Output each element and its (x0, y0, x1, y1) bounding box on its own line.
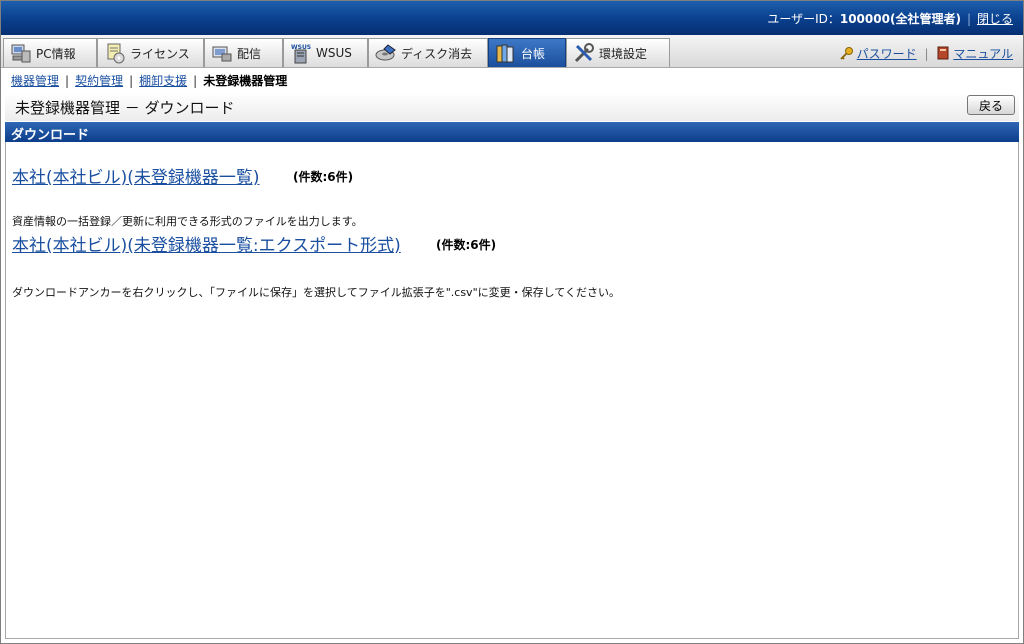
tab-label: 環境設定 (599, 46, 648, 61)
tab-bar: PC情報 ライセンス 配信 WSUS WSUS ディスク消去 台帳 環境設定 パ… (1, 35, 1023, 68)
breadcrumb-separator: | (129, 74, 134, 88)
tab-label: 台帳 (521, 46, 546, 61)
password-link[interactable]: パスワード (857, 47, 917, 61)
back-button[interactable]: 戻る (967, 95, 1015, 115)
ledger-icon (495, 42, 517, 64)
export-description: 資産情報の一括登録／更新に利用できる形式のファイルを出力します。 (12, 215, 363, 228)
license-icon (104, 42, 126, 64)
header-separator: | (966, 12, 971, 26)
tab-label: 配信 (237, 46, 262, 61)
tab-pc-info[interactable]: PC情報 (3, 38, 97, 67)
distribution-icon (211, 42, 233, 64)
user-info: ユーザーID：100000(全社管理者) | 閉じる (767, 10, 1013, 27)
tab-label: PC情報 (36, 46, 76, 61)
tab-label: ディスク消去 (401, 46, 473, 61)
breadcrumb-contract[interactable]: 契約管理 (75, 74, 123, 88)
breadcrumb: 機器管理 | 契約管理 | 棚卸支援 | 未登録機器管理 (11, 72, 287, 89)
download-link-text: 本社(本社ビル)(未登録機器一覧:エクスポート形式) (12, 236, 401, 256)
breadcrumb-equipment[interactable]: 機器管理 (11, 74, 59, 88)
save-instructions: ダウンロードアンカーを右クリックし、「ファイルに保存」を選択してファイル拡張子を… (12, 286, 620, 299)
section-header: ダウンロード (5, 122, 1019, 143)
download-link-text: 本社(本社ビル)(未登録機器一覧) (12, 168, 260, 188)
page-title: 未登録機器管理 － ダウンロード (15, 99, 235, 117)
breadcrumb-separator: | (193, 74, 198, 88)
download-panel: 本社(本社ビル)(未登録機器一覧) (件数:6件) 資産情報の一括登録／更新に利… (5, 142, 1019, 639)
record-count: (件数:6件) (293, 170, 354, 184)
tab-ledger[interactable]: 台帳 (488, 38, 566, 67)
page-title-bar: 未登録機器管理 － ダウンロード 戻る (5, 93, 1019, 121)
download-link-export-format[interactable]: 本社(本社ビル)(未登録機器一覧:エクスポート形式) (12, 231, 401, 256)
tab-distribution[interactable]: 配信 (204, 38, 283, 67)
manual-book-icon (936, 46, 950, 60)
breadcrumb-current: 未登録機器管理 (203, 74, 288, 88)
pc-icon (10, 42, 32, 64)
header-bar: ユーザーID：100000(全社管理者) | 閉じる (1, 1, 1023, 35)
tab-disk-erase[interactable]: ディスク消去 (368, 38, 488, 67)
tab-settings[interactable]: 環境設定 (566, 38, 670, 67)
tab-label: WSUS (316, 46, 352, 60)
wsus-icon: WSUS (290, 42, 312, 64)
breadcrumb-inventory[interactable]: 棚卸支援 (139, 74, 187, 88)
record-count: (件数:6件) (436, 238, 497, 252)
user-id-value: 100000(全社管理者) (839, 12, 961, 26)
settings-tools-icon (573, 42, 595, 64)
logout-link[interactable]: 閉じる (977, 12, 1013, 26)
user-id-label: ユーザーID： (767, 12, 840, 26)
manual-link[interactable]: マニュアル (953, 47, 1013, 61)
utility-links: パスワード | マニュアル (840, 45, 1013, 62)
disk-erase-icon (375, 42, 397, 64)
key-icon (840, 46, 854, 60)
link-separator: | (924, 47, 929, 61)
tab-license[interactable]: ライセンス (97, 38, 204, 67)
tab-wsus[interactable]: WSUS WSUS (283, 38, 368, 67)
breadcrumb-separator: | (65, 74, 70, 88)
tab-label: ライセンス (130, 46, 190, 61)
download-link-unregistered-list[interactable]: 本社(本社ビル)(未登録機器一覧) (12, 163, 260, 188)
